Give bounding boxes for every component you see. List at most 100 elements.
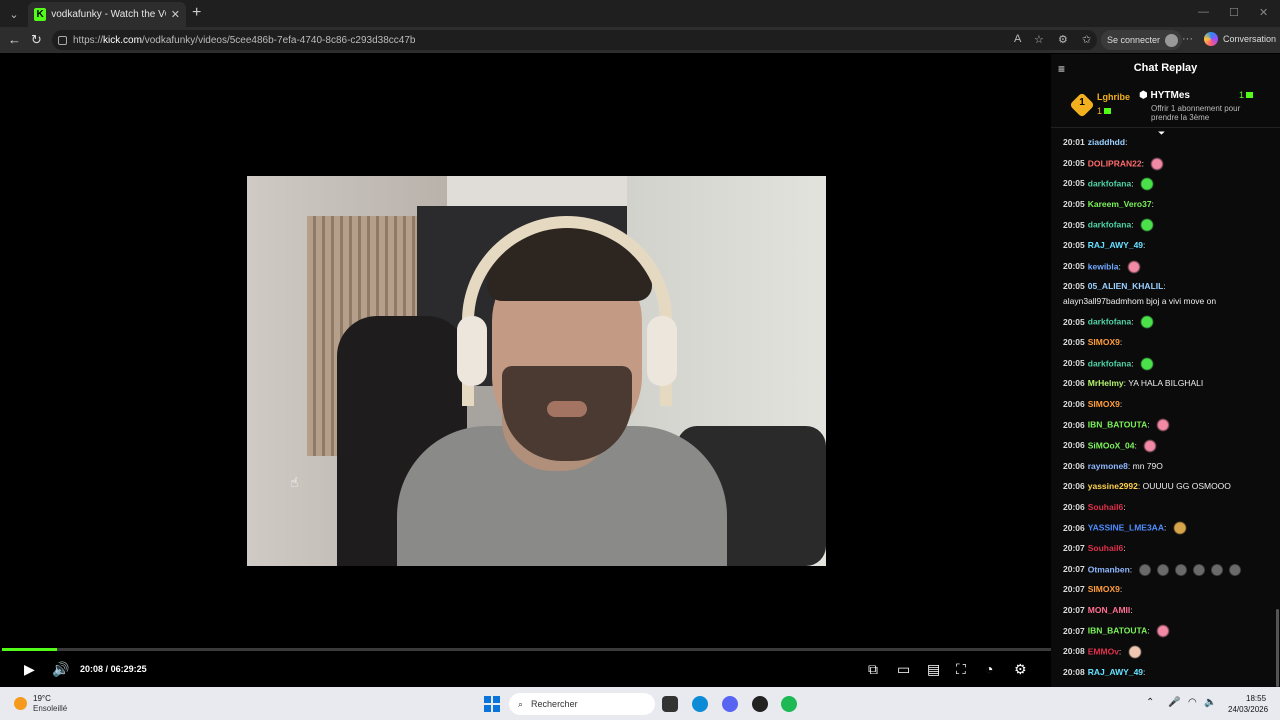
favorite-star-icon[interactable]: ☆ (1034, 33, 1044, 46)
message-username[interactable]: IBN_BATOUTA (1088, 420, 1148, 430)
microphone-icon[interactable]: 🎤 (1168, 697, 1180, 708)
message-username[interactable]: IBN_BATOUTA (1088, 626, 1148, 636)
favorites-icon[interactable]: ✩ (1082, 33, 1091, 46)
read-aloud-icon[interactable]: A (1014, 33, 1021, 45)
tray-overflow-icon[interactable]: ⌃ (1146, 697, 1154, 708)
message-username[interactable]: SIMOX9 (1088, 399, 1120, 409)
message-username[interactable]: darkfofana (1088, 358, 1131, 368)
fullscreen-icon[interactable]: ⛶ (956, 661, 966, 678)
chat-message: 20:05 kewibla: (1063, 259, 1144, 274)
message-timestamp: 20:08 (1063, 646, 1085, 657)
message-username[interactable]: Otmanben (1088, 564, 1130, 574)
collapse-chat-icon[interactable]: ≡ (1058, 62, 1065, 76)
discord-icon[interactable] (722, 696, 738, 712)
more-menu-icon[interactable]: ··· (1182, 33, 1193, 45)
playback-speed-icon[interactable]: ◔ (985, 661, 993, 677)
app-icon[interactable] (752, 696, 768, 712)
chat-message: 20:05 Kareem_Vero37: (1063, 198, 1154, 209)
site-info-icon[interactable] (58, 35, 67, 45)
message-username[interactable]: Souhail6 (1088, 502, 1123, 512)
message-username[interactable]: raymone8 (1088, 461, 1128, 471)
seek-bar[interactable] (2, 648, 1051, 651)
theater-mode-icon[interactable]: ▭ (897, 661, 910, 678)
chat-message: 20:05 darkfofana: (1063, 218, 1156, 233)
second-gifter-name[interactable]: ⬢ HYTMes (1139, 90, 1190, 101)
message-username[interactable]: Kareem_Vero37 (1088, 199, 1152, 209)
windows-taskbar: 19°C Ensoleillé ⌕ Rechercher ⌃ 🎤 ◠ 🔈 18:… (0, 687, 1280, 720)
top-gifter-name[interactable]: Lghribe (1097, 92, 1130, 102)
green-emote-icon (1137, 177, 1156, 192)
settings-gear-icon[interactable]: ⚙ (1014, 661, 1027, 678)
browser-tab-bar: ⌄ K vodkafunky - Watch the VOD on K ✕ + … (0, 0, 1280, 27)
browser-tab[interactable]: K vodkafunky - Watch the VOD on K ✕ (28, 2, 186, 27)
message-username[interactable]: EMMOv (1088, 646, 1119, 656)
message-timestamp: 20:05 (1063, 157, 1085, 168)
video-player[interactable]: ☝ ▶ 🔊 20:08 / 06:29:25 ⧉ ▭ ▤ ⛶ ◔ ⚙ (2, 54, 1051, 687)
message-username[interactable]: YASSINE_LME3AA (1088, 523, 1164, 533)
green-emote-icon (1137, 218, 1156, 233)
message-username[interactable]: darkfofana (1088, 220, 1131, 230)
message-username[interactable]: darkfofana (1088, 317, 1131, 327)
message-username[interactable]: SIMOX9 (1088, 584, 1120, 594)
edge-browser-icon[interactable] (692, 696, 708, 712)
clock-date[interactable]: 24/03/2026 (1228, 705, 1268, 714)
pink-emote-icon (1153, 418, 1172, 433)
message-username[interactable]: MON_AMII (1088, 605, 1131, 615)
address-bar[interactable]: https://kick.com/vodkafunky/videos/5cee4… (52, 30, 1097, 50)
new-tab-icon[interactable]: + (192, 4, 201, 22)
wifi-icon[interactable]: ◠ (1188, 697, 1197, 708)
message-text: OUUUU GG OSMOOO (1142, 481, 1231, 492)
message-timestamp: 20:05 (1063, 219, 1085, 230)
message-username[interactable]: 05_ALIEN_KHALIL (1088, 281, 1164, 291)
search-placeholder: Rechercher (531, 699, 578, 709)
file-explorer-icon[interactable] (662, 696, 678, 712)
speaker-icon[interactable]: 🔈 (1204, 697, 1216, 708)
minimize-icon[interactable]: — (1198, 6, 1209, 18)
gift-prompt[interactable]: Offrir 1 abonnement pour prendre la 3ème (1151, 104, 1266, 122)
message-username[interactable]: MrHelmy (1088, 378, 1124, 388)
spotify-icon[interactable] (781, 696, 797, 712)
message-username[interactable]: SiMOoX_04 (1088, 440, 1135, 450)
second-gifter-count: 1 (1239, 90, 1254, 100)
message-username[interactable]: ziaddhdd (1088, 137, 1125, 147)
message-username[interactable]: darkfofana (1088, 178, 1131, 188)
volume-icon[interactable]: 🔊 (52, 661, 69, 678)
maximize-icon[interactable]: ☐ (1229, 6, 1239, 19)
cookie-emote-icon (1170, 521, 1189, 536)
desktop: ⌄ K vodkafunky - Watch the VOD on K ✕ + … (0, 0, 1280, 720)
green-emote-icon (1137, 356, 1156, 371)
message-username[interactable]: Souhail6 (1088, 543, 1123, 553)
message-username[interactable]: kewibla (1088, 261, 1119, 271)
time-display: 20:08 / 06:29:25 (80, 664, 147, 674)
tab-actions-icon[interactable]: ⌄ (5, 5, 23, 23)
copilot-conversation-button[interactable]: Conversation (1204, 32, 1276, 46)
weather-description[interactable]: Ensoleillé (33, 704, 67, 713)
refresh-icon[interactable]: ↻ (31, 32, 42, 48)
extensions-icon[interactable]: ⚙ (1058, 33, 1068, 46)
message-username[interactable]: RAJ_AWY_49 (1088, 667, 1143, 677)
taskbar-search[interactable]: ⌕ Rechercher (509, 693, 655, 715)
chat-message: 20:06 SiMOoX_04: (1063, 439, 1160, 453)
miniplayer-icon[interactable]: ⧉ (868, 661, 878, 678)
play-icon[interactable]: ▶ (24, 661, 35, 678)
kick-favicon-icon: K (34, 8, 47, 21)
message-text: alayn3all97badmhom bjoj a vivi move on (1063, 295, 1217, 306)
windows-start-icon[interactable] (484, 696, 500, 712)
wide-mode-icon[interactable]: ▤ (927, 661, 940, 678)
message-username[interactable]: RAJ_AWY_49 (1088, 240, 1143, 250)
video-frame[interactable] (247, 176, 826, 566)
message-username[interactable]: DOLIPRAN22 (1088, 158, 1142, 168)
rank-number: 1 (1079, 97, 1085, 108)
chat-scrollbar[interactable] (1276, 609, 1279, 687)
weather-temperature[interactable]: 19°C (33, 694, 51, 703)
message-username[interactable]: yassine2992 (1088, 481, 1138, 491)
message-username[interactable]: SIMOX9 (1088, 337, 1120, 347)
close-window-icon[interactable]: ✕ (1259, 6, 1268, 19)
message-timestamp: 20:06 (1063, 419, 1085, 430)
sun-weather-icon[interactable] (14, 697, 27, 710)
close-tab-icon[interactable]: ✕ (171, 8, 180, 21)
chat-message: 20:05 SIMOX9: (1063, 337, 1123, 347)
clock-time[interactable]: 18:55 (1246, 694, 1266, 703)
back-icon[interactable]: ← (8, 32, 21, 47)
sign-in-button[interactable]: Se connecter (1101, 30, 1183, 50)
